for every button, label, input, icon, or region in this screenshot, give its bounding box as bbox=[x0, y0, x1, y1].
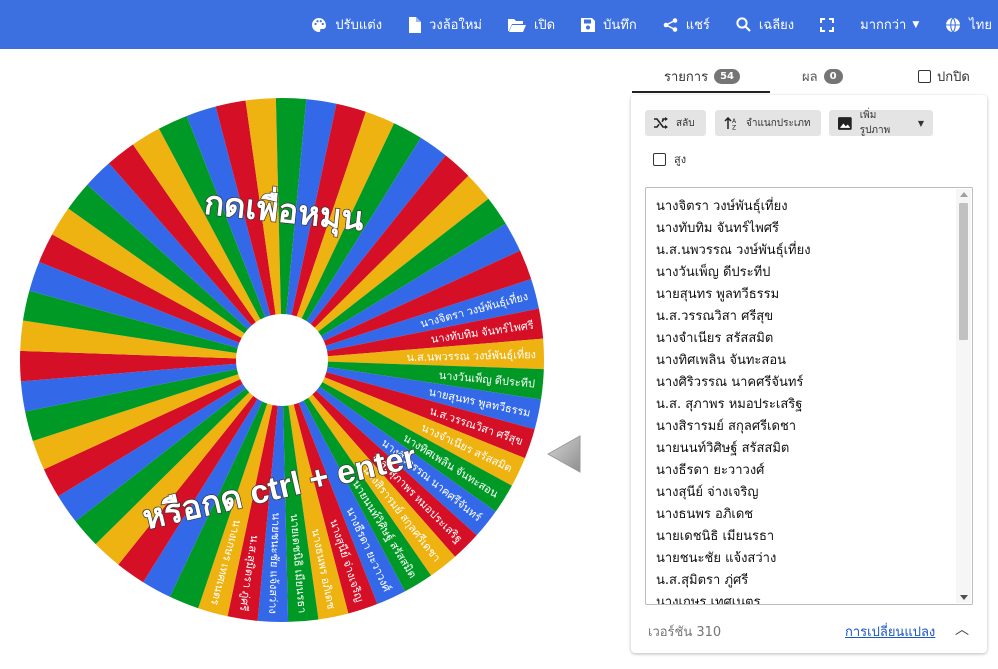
globe-icon bbox=[946, 17, 961, 32]
advanced-toggle[interactable]: สูง bbox=[653, 150, 686, 168]
entries-count-badge: 54 bbox=[714, 69, 740, 84]
language-button[interactable]: ไทย bbox=[945, 14, 992, 35]
entry-line: นายชนะชัย แจ้งสว่าง bbox=[656, 551, 777, 566]
file-icon bbox=[409, 16, 422, 33]
entries-list: นางจิตรา วงษ์พันธุ์เที่ยงนางทับทิม จันทร… bbox=[656, 196, 952, 605]
more-label: มากกว่า bbox=[860, 18, 907, 33]
customize-button[interactable]: ปรับแต่ง bbox=[311, 14, 382, 35]
tab-results-label: ผล bbox=[802, 70, 818, 85]
open-button[interactable]: เปิด bbox=[507, 14, 556, 35]
version-text: เวอร์ชัน 310 bbox=[648, 625, 722, 640]
advanced-checkbox[interactable] bbox=[653, 152, 666, 166]
sort-icon: A Z bbox=[724, 116, 737, 130]
add-image-label: เพิ่มรูปภาพ bbox=[859, 110, 891, 136]
save-icon bbox=[581, 17, 596, 32]
share-label: แชร์ bbox=[685, 18, 710, 33]
entries-textarea[interactable]: นางจิตรา วงษ์พันธุ์เที่ยงนางทับทิม จันทร… bbox=[645, 187, 973, 605]
scroll-thumb[interactable] bbox=[959, 203, 968, 340]
more-menu-button[interactable]: มากกว่า ▼ bbox=[860, 14, 919, 35]
entry-line: นางเกษร เทศเนตร bbox=[656, 595, 761, 605]
entry-line: นางวันเพ็ญ ดีประทีป bbox=[656, 265, 771, 280]
scroll-down-icon[interactable] bbox=[960, 595, 968, 600]
gallery-button[interactable]: เฉลียง bbox=[736, 14, 794, 35]
shuffle-button[interactable]: สลับ bbox=[645, 110, 706, 136]
results-count-badge: 0 bbox=[823, 69, 843, 84]
shuffle-icon bbox=[654, 117, 668, 129]
entry-line: นายสุนทร พูลทวีธรรม bbox=[656, 287, 780, 302]
shuffle-label: สลับ bbox=[676, 117, 695, 129]
save-label: บันทึก bbox=[603, 18, 637, 33]
tab-entries[interactable]: รายการ 54 bbox=[664, 66, 740, 87]
language-label: ไทย bbox=[969, 18, 992, 33]
panel-tabs: รายการ 54 ผล 0 ปกปิด bbox=[630, 66, 990, 93]
entry-line: นางสุนีย์ จ่างเจริญ bbox=[656, 485, 759, 500]
fullscreen-icon bbox=[820, 17, 835, 32]
customize-label: ปรับแต่ง bbox=[335, 18, 383, 33]
new-wheel-button[interactable]: วงล้อใหม่ bbox=[408, 14, 482, 35]
sort-label: จำแนกประเภท bbox=[746, 117, 811, 129]
changelog-link[interactable]: การเปลี่ยนแปลง bbox=[845, 621, 935, 642]
hide-checkbox[interactable] bbox=[918, 70, 931, 83]
chevron-up-icon[interactable]: ︿ bbox=[955, 619, 969, 639]
wheel-graphic[interactable]: นางจิตรา วงษ์พันธุ์เที่ยงนางทับทิม จันทร… bbox=[18, 96, 546, 624]
save-button[interactable]: บันทึก bbox=[581, 14, 637, 35]
image-icon bbox=[838, 116, 852, 130]
folder-open-icon bbox=[507, 18, 526, 32]
share-button[interactable]: แชร์ bbox=[663, 14, 710, 35]
entry-line: นางศิริวรรณ นาคศรีจันทร์ bbox=[656, 375, 804, 390]
caret-down-icon: ▼ bbox=[912, 19, 920, 30]
search-icon bbox=[736, 17, 751, 32]
hide-label: ปกปิด bbox=[937, 70, 970, 85]
wheel-hub bbox=[236, 314, 328, 406]
new-wheel-label: วงล้อใหม่ bbox=[429, 18, 482, 33]
entry-line: น.ส.วรรณวิสา ศรีสุข bbox=[656, 309, 774, 324]
entry-line: นางธนพร อภิเดช bbox=[656, 507, 754, 522]
sort-button[interactable]: A Z จำแนกประเภท bbox=[715, 110, 821, 136]
entry-line: น.ส.นพวรรณ วงษ์พันธุ์เที่ยง bbox=[656, 243, 811, 258]
svg-text:Z: Z bbox=[732, 124, 736, 130]
scroll-up-icon[interactable] bbox=[960, 192, 968, 197]
top-toolbar: ปรับแต่ง วงล้อใหม่ เปิด บันทึก แชร์ เฉลี… bbox=[0, 0, 998, 49]
advanced-label: สูง bbox=[674, 153, 687, 166]
caret-down-icon: ▼ bbox=[917, 118, 924, 128]
entry-line: นางธีรดา ยะวาวงศ์ bbox=[656, 463, 765, 478]
entry-line: นางสิรารมย์ สกุลศรีเดชา bbox=[656, 419, 797, 434]
palette-icon bbox=[312, 17, 327, 32]
gallery-label: เฉลียง bbox=[758, 18, 795, 33]
tab-entries-label: รายการ bbox=[664, 70, 709, 85]
entries-panel: สลับ A Z จำแนกประเภท เพิ่มรูปภาพ ▼ สูง น… bbox=[631, 95, 987, 653]
hide-toggle[interactable]: ปกปิด bbox=[918, 66, 970, 87]
entry-line: นายเดชนิธิ เมียนรธา bbox=[656, 529, 775, 544]
entries-scrollbar[interactable] bbox=[956, 189, 971, 603]
panel-footer: เวอร์ชัน 310 การเปลี่ยนแปลง ︿ bbox=[631, 615, 987, 645]
wheel-pointer-icon bbox=[546, 435, 581, 473]
add-image-button[interactable]: เพิ่มรูปภาพ ▼ bbox=[829, 110, 933, 136]
entry-line: นางจำเนียร สรัสสมิต bbox=[656, 331, 774, 346]
active-tab-indicator bbox=[632, 91, 770, 93]
entry-line: นายนนท์วิศิษฐ์ สรัสสมิต bbox=[656, 441, 790, 456]
open-label: เปิด bbox=[533, 18, 556, 33]
spin-wheel[interactable]: นางจิตรา วงษ์พันธุ์เที่ยง นางทับทิม จันทร… bbox=[18, 96, 581, 624]
entry-line: นางจิตรา วงษ์พันธุ์เที่ยง bbox=[656, 199, 788, 214]
entry-line: น.ส.สุมิตรา ภู่ศรี bbox=[656, 573, 749, 588]
entry-line: นางทิศเพลิน จันทะสอน bbox=[656, 353, 787, 368]
fullscreen-button[interactable] bbox=[820, 17, 835, 32]
entry-line: นางทับทิม จันทร์ไพศรี bbox=[656, 221, 780, 236]
tab-results[interactable]: ผล 0 bbox=[802, 66, 843, 87]
share-icon bbox=[663, 17, 678, 32]
entry-line: น.ส. สุภาพร หมอประเสริฐ bbox=[656, 397, 803, 412]
